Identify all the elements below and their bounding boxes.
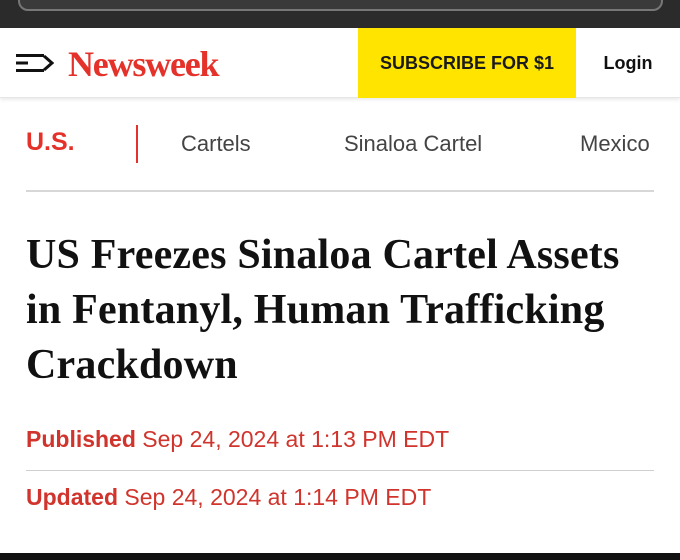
meta-divider <box>26 470 654 471</box>
updated-date: Sep 24, 2024 at 1:14 PM EDT <box>124 484 432 510</box>
section-link-cartels[interactable]: Cartels <box>181 131 251 157</box>
screen: Newsweek SUBSCRIBE FOR $1 Login U.S. Car… <box>0 0 680 560</box>
published-timestamp: Published Sep 24, 2024 at 1:13 PM EDT <box>26 426 449 453</box>
subscribe-button[interactable]: SUBSCRIBE FOR $1 <box>358 28 576 98</box>
menu-arrow-icon[interactable] <box>16 52 55 74</box>
site-header: Newsweek SUBSCRIBE FOR $1 Login <box>0 28 680 98</box>
section-link-mexico[interactable]: Mexico <box>580 131 650 157</box>
bottom-bar <box>0 553 680 560</box>
published-label: Published <box>26 426 136 452</box>
newsweek-logo[interactable]: Newsweek <box>68 42 220 86</box>
updated-label: Updated <box>26 484 118 510</box>
article-headline: US Freezes Sinaloa Cartel Assets in Fent… <box>26 232 620 388</box>
browser-toolbar <box>0 0 680 28</box>
section-nav: U.S. Cartels Sinaloa Cartel Mexico <box>26 98 654 192</box>
published-date: Sep 24, 2024 at 1:13 PM EDT <box>142 426 450 452</box>
section-link-us[interactable]: U.S. <box>26 128 75 157</box>
login-button[interactable]: Login <box>576 28 680 98</box>
section-divider <box>136 125 138 163</box>
section-link-sinaloa-cartel[interactable]: Sinaloa Cartel <box>344 131 482 157</box>
address-bar[interactable] <box>18 0 663 11</box>
updated-timestamp: Updated Sep 24, 2024 at 1:14 PM EDT <box>26 484 431 511</box>
